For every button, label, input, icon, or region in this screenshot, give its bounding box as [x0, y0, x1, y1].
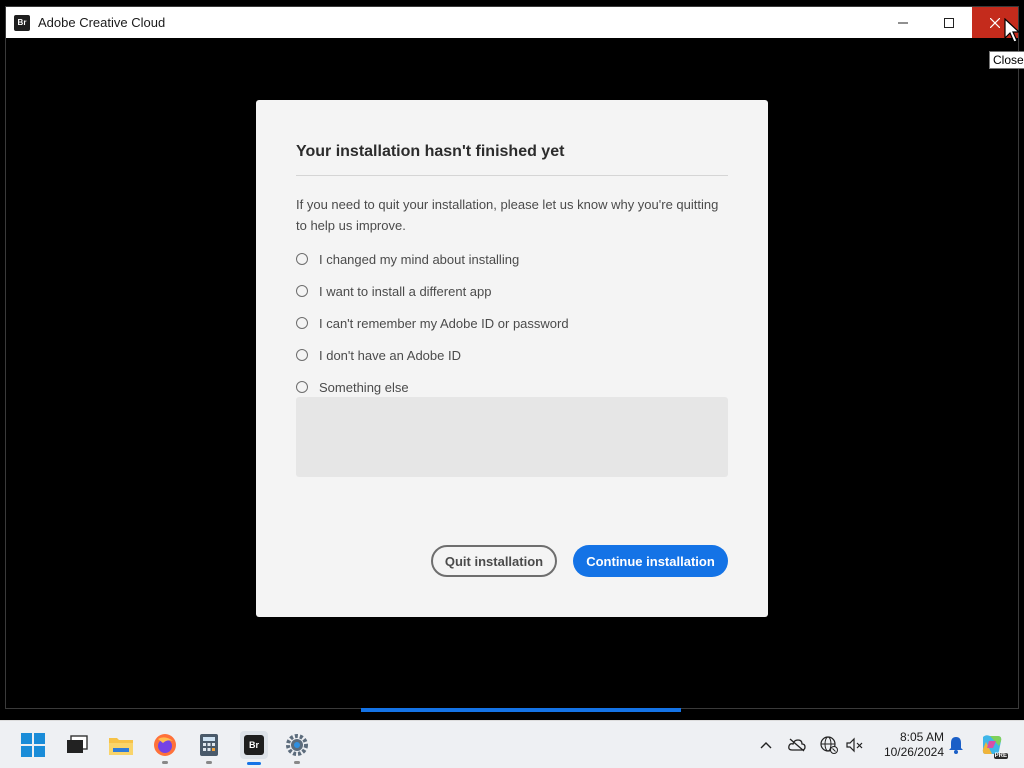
option-label: I changed my mind about installing	[319, 251, 520, 267]
maximize-icon	[944, 17, 954, 28]
cloud-offline-icon	[788, 738, 806, 752]
adobe-bridge-button[interactable]: Br	[240, 731, 268, 765]
clock-date: 10/26/2024	[883, 745, 944, 759]
start-button[interactable]	[20, 732, 46, 758]
task-view-icon	[67, 735, 88, 753]
window-title: Adobe Creative Cloud	[38, 15, 166, 30]
network-tray-button[interactable]	[820, 736, 838, 754]
windows-start-icon	[21, 733, 45, 757]
firefox-button[interactable]	[152, 732, 178, 764]
globe-no-connection-icon	[820, 736, 838, 754]
settings-gear-icon	[286, 734, 308, 756]
adobe-bridge-icon: Br	[244, 735, 264, 755]
maximize-button[interactable]	[926, 7, 972, 38]
option-label: I can't remember my Adobe ID or password	[319, 315, 569, 331]
clock[interactable]: 8:05 AM 10/26/2024	[874, 730, 944, 760]
calculator-icon	[200, 734, 218, 756]
taskbar: Br 8:05 AM 10/26/2024 PRE	[0, 720, 1024, 768]
task-view-button[interactable]	[64, 732, 90, 758]
folder-icon	[109, 738, 133, 755]
quit-installation-dialog: Your installation hasn't finished yet If…	[256, 100, 768, 617]
clock-time: 8:05 AM	[899, 730, 944, 744]
option-label: I don't have an Adobe ID	[319, 347, 461, 363]
preview-badge: PRE	[993, 753, 1008, 759]
radio-button[interactable]	[296, 381, 308, 393]
radio-button[interactable]	[296, 349, 308, 361]
quit-installation-button[interactable]: Quit installation	[431, 545, 557, 577]
option-label: Something else	[319, 379, 409, 395]
copilot-button[interactable]: PRE	[980, 733, 1008, 759]
close-tooltip: Close	[989, 51, 1024, 69]
minimize-button[interactable]	[880, 7, 926, 38]
running-indicator	[294, 761, 300, 764]
reason-option-different-app[interactable]: I want to install a different app	[296, 275, 569, 307]
close-icon	[990, 17, 1000, 28]
adobe-bridge-app-icon: Br	[14, 14, 30, 31]
onedrive-tray-button[interactable]	[788, 736, 806, 754]
notifications-button[interactable]	[947, 736, 965, 754]
reason-radio-group: I changed my mind about installing I wan…	[296, 243, 569, 403]
running-indicator	[206, 761, 212, 764]
radio-button[interactable]	[296, 253, 308, 265]
mouse-cursor-icon	[1004, 18, 1020, 43]
speaker-muted-icon	[846, 737, 863, 753]
dialog-description: If you need to quit your installation, p…	[296, 197, 719, 233]
settings-button[interactable]	[284, 732, 310, 764]
radio-button[interactable]	[296, 317, 308, 329]
bell-icon	[949, 737, 963, 754]
active-indicator	[247, 762, 261, 765]
reason-option-forgot-id[interactable]: I can't remember my Adobe ID or password	[296, 307, 569, 339]
file-explorer-button[interactable]	[108, 732, 134, 758]
feedback-textarea[interactable]	[296, 397, 728, 477]
chevron-up-icon	[760, 742, 772, 749]
reason-option-changed-mind[interactable]: I changed my mind about installing	[296, 243, 569, 275]
minimize-icon	[898, 22, 908, 23]
install-progress-bar	[361, 708, 681, 712]
calculator-button[interactable]	[196, 732, 222, 764]
running-indicator	[162, 761, 168, 764]
title-bar[interactable]: Br Adobe Creative Cloud	[6, 7, 1018, 38]
dialog-title: Your installation hasn't finished yet	[296, 143, 565, 160]
firefox-icon	[154, 734, 176, 756]
option-label: I want to install a different app	[319, 283, 492, 299]
continue-installation-button[interactable]: Continue installation	[573, 545, 728, 577]
divider	[296, 175, 728, 176]
show-hidden-icons-button[interactable]	[757, 736, 775, 754]
reason-option-no-id[interactable]: I don't have an Adobe ID	[296, 339, 569, 371]
radio-button[interactable]	[296, 285, 308, 297]
volume-tray-button[interactable]	[846, 736, 864, 754]
